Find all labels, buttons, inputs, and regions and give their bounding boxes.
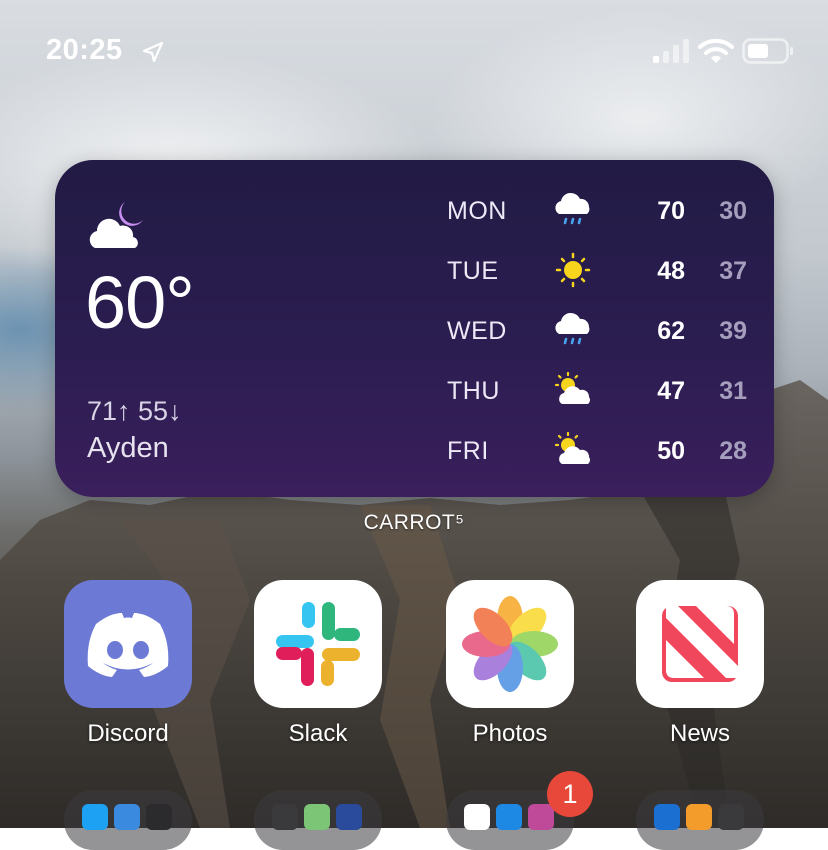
forecast-row: THU 47 31: [447, 370, 757, 430]
files-icon: [496, 804, 522, 830]
cloud-app-icon: [272, 804, 298, 830]
current-temperature: 60°: [85, 261, 195, 344]
cloud-rain-icon: [555, 192, 590, 225]
photos-icon[interactable]: [446, 580, 574, 708]
flight-app-icon: [336, 804, 362, 830]
forecast-high: 47: [657, 377, 685, 405]
forecast-row: WED 62 39: [447, 310, 757, 370]
cellular-signal-icon: [653, 39, 689, 63]
reminders-icon: [464, 804, 490, 830]
sun-icon: [555, 252, 591, 288]
status-time: 20:25: [46, 34, 123, 66]
twitter-icon: [82, 804, 108, 830]
widget-label: CARROT⁵: [363, 511, 465, 534]
wifi-icon: [698, 38, 734, 63]
weather-location: Ayden: [87, 432, 169, 464]
status-bar: 20:25: [0, 30, 828, 70]
forecast-day: WED: [447, 317, 507, 345]
news-icon[interactable]: [636, 580, 764, 708]
app-folder-1[interactable]: [64, 790, 192, 850]
hashtag-icon: [718, 804, 744, 830]
forecast-high: 62: [657, 317, 685, 345]
forecast-row: FRI 50 28: [447, 430, 757, 490]
shortcuts-icon: [528, 804, 554, 830]
forecast-day: TUE: [447, 257, 499, 285]
notification-badge: 1: [547, 771, 593, 817]
app-folder-4[interactable]: [636, 790, 764, 850]
high-low-temperature: 71↑ 55↓: [87, 396, 182, 426]
maps-icon: [304, 804, 330, 830]
forecast-row: MON 70 30: [447, 190, 757, 250]
forecast-low: 28: [719, 437, 747, 465]
partly-cloudy-icon: [554, 372, 590, 404]
kindle-icon: [654, 804, 680, 830]
app-label: Slack: [288, 720, 348, 747]
cloud-moon-icon: [89, 202, 143, 248]
app-label: Discord: [87, 720, 169, 747]
forecast-low: 39: [719, 317, 747, 345]
forecast-high: 48: [657, 257, 685, 285]
forecast-low: 37: [719, 257, 747, 285]
app-news[interactable]: News: [636, 580, 764, 760]
forecast-day: MON: [447, 197, 507, 225]
app-discord[interactable]: Discord: [64, 580, 192, 760]
forecast-low: 31: [719, 377, 747, 405]
app-photos[interactable]: Photos: [446, 580, 574, 760]
forecast-high: 70: [657, 197, 685, 225]
partly-cloudy-icon: [554, 432, 590, 464]
weather-widget[interactable]: 60° 71↑ 55↓ Ayden MON 70 30 TUE 48 37 WE…: [55, 160, 774, 497]
cloud-rain-icon: [555, 312, 590, 345]
location-arrow-icon: [142, 41, 164, 63]
spark-icon: [146, 804, 172, 830]
forecast-high: 50: [657, 437, 685, 465]
forecast-day: THU: [447, 377, 500, 405]
books-icon: [686, 804, 712, 830]
forecast-low: 30: [719, 197, 747, 225]
forecast-list: MON 70 30 TUE 48 37 WED 62 39 THU 47 31 …: [447, 190, 757, 490]
tweetbot-icon: [114, 804, 140, 830]
app-label: Photos: [472, 720, 548, 747]
forecast-day: FRI: [447, 437, 489, 465]
app-label: News: [669, 720, 730, 747]
app-folder-2[interactable]: [254, 790, 382, 850]
forecast-row: TUE 48 37: [447, 250, 757, 310]
app-slack[interactable]: Slack: [254, 580, 382, 760]
slack-icon[interactable]: [254, 580, 382, 708]
discord-icon[interactable]: [64, 580, 192, 708]
battery-icon: [742, 38, 793, 64]
